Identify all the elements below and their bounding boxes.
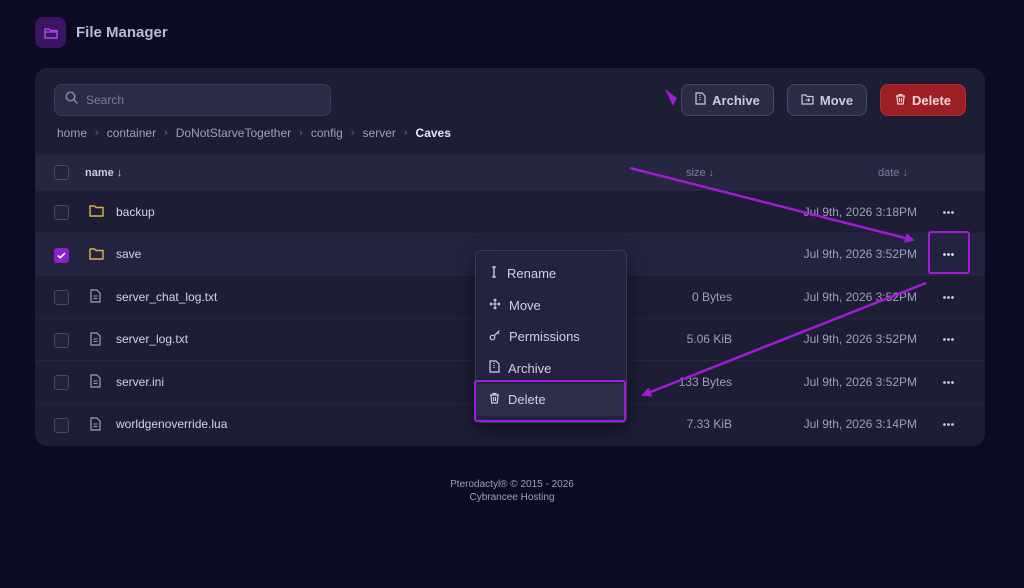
more-dots-icon[interactable]: [941, 333, 955, 347]
more-dots-icon[interactable]: [941, 418, 955, 432]
column-date-header[interactable]: date ↓: [878, 167, 908, 179]
app-header: File Manager: [35, 17, 168, 48]
file-icon: [89, 289, 102, 306]
select-all-checkbox[interactable]: [54, 165, 69, 180]
archive-button[interactable]: Archive: [681, 84, 774, 116]
file-size: 7.33 KiB: [686, 417, 732, 432]
folder-open-icon: [35, 17, 66, 48]
folder-icon: [89, 204, 104, 220]
copyright-text: Pterodactyl® © 2015 - 2026: [450, 479, 574, 490]
row-checkbox[interactable]: [54, 290, 69, 305]
archive-label: Archive: [712, 92, 760, 108]
archive-icon: [695, 92, 706, 108]
file-name[interactable]: server_chat_log.txt: [116, 290, 217, 304]
more-dots-icon[interactable]: [941, 248, 955, 262]
menu-item-label: Delete: [508, 392, 546, 408]
search-icon: [65, 91, 78, 109]
chevron-right-icon: ›: [403, 127, 408, 139]
file-icon: [89, 416, 102, 434]
more-dots-icon[interactable]: [941, 375, 955, 389]
chevron-right-icon: ›: [95, 127, 99, 139]
file-size: 0 Bytes: [691, 289, 732, 304]
file-icon: [89, 374, 102, 391]
trash-icon: [895, 93, 906, 108]
breadcrumb-home[interactable]: home: [57, 126, 87, 140]
menu-item-delete[interactable]: Delete: [476, 384, 626, 416]
chevron-right-icon: ›: [350, 127, 355, 139]
file-name[interactable]: save: [116, 247, 141, 261]
file-date: Jul 9th, 2026 3:52PM: [803, 374, 917, 389]
footer: Pterodactyl® © 2015 - 2026 Cybrancee Hos…: [0, 478, 1024, 504]
search-box[interactable]: [54, 84, 331, 116]
row-checkbox[interactable]: [54, 205, 69, 220]
app-title: File Manager: [76, 24, 168, 41]
delete-label: Delete: [911, 92, 952, 108]
row-checkbox[interactable]: [54, 417, 69, 433]
trash-icon: [489, 392, 500, 407]
file-name[interactable]: server_log.txt: [116, 332, 188, 346]
text-cursor-icon: [489, 266, 499, 281]
row-checkbox[interactable]: [54, 247, 69, 263]
file-date: Jul 9th, 2026 3:18PM: [803, 204, 917, 219]
menu-item-permissions[interactable]: Permissions: [476, 321, 626, 353]
breadcrumb-config[interactable]: config: [311, 126, 343, 140]
search-input[interactable]: [86, 93, 306, 107]
table-header: name ↓ size ↓ date ↓: [35, 155, 985, 190]
breadcrumb-server[interactable]: server: [363, 126, 396, 140]
row-checkbox[interactable]: [54, 332, 69, 348]
breadcrumb-container[interactable]: container: [107, 126, 156, 140]
move-arrows-icon: [489, 298, 501, 313]
file-size: 133 Bytes: [678, 374, 732, 389]
move-button[interactable]: Move: [787, 84, 867, 116]
file-context-menu: Rename Move Permissions Archive Delete: [475, 250, 627, 423]
menu-item-label: Archive: [508, 360, 552, 376]
move-folder-icon: [801, 93, 814, 108]
menu-item-label: Rename: [507, 266, 557, 282]
file-name[interactable]: worldgenoverride.lua: [116, 417, 227, 431]
breadcrumb-donotstarvetogether[interactable]: DoNotStarveTogether: [176, 126, 291, 140]
file-name[interactable]: server.ini: [116, 375, 164, 389]
move-label: Move: [819, 92, 854, 108]
chevron-right-icon: ›: [299, 127, 303, 139]
file-date: Jul 9th, 2026 3:14PM: [803, 417, 917, 432]
column-name-header[interactable]: name ↓: [85, 167, 122, 179]
more-dots-icon[interactable]: [941, 290, 955, 304]
file-size: 5.06 KiB: [686, 332, 732, 347]
archive-icon: [489, 360, 500, 376]
breadcrumb-current: Caves: [415, 126, 451, 140]
file-date: Jul 9th, 2026 3:52PM: [803, 247, 917, 262]
breadcrumb: home › container › DoNotStarveTogether ›…: [57, 126, 451, 140]
key-icon: [489, 329, 501, 344]
column-size-header[interactable]: size ↓: [686, 167, 714, 179]
folder-icon: [89, 247, 104, 263]
row-checkbox[interactable]: [54, 375, 69, 390]
menu-item-label: Move: [509, 297, 541, 313]
delete-button[interactable]: Delete: [880, 84, 966, 116]
hosting-text: Cybrancee Hosting: [469, 492, 555, 503]
file-date: Jul 9th, 2026 3:52PM: [803, 332, 917, 347]
more-dots-icon[interactable]: [941, 205, 955, 219]
table-row[interactable]: backup Jul 9th, 2026 3:18PM: [35, 190, 985, 233]
menu-item-move[interactable]: Move: [476, 290, 626, 322]
file-name[interactable]: backup: [116, 205, 155, 219]
menu-item-rename[interactable]: Rename: [476, 258, 626, 290]
file-icon: [89, 331, 102, 349]
menu-item-archive[interactable]: Archive: [476, 353, 626, 385]
menu-item-label: Permissions: [509, 329, 580, 345]
chevron-right-icon: ›: [164, 127, 168, 139]
file-date: Jul 9th, 2026 3:52PM: [803, 289, 917, 304]
